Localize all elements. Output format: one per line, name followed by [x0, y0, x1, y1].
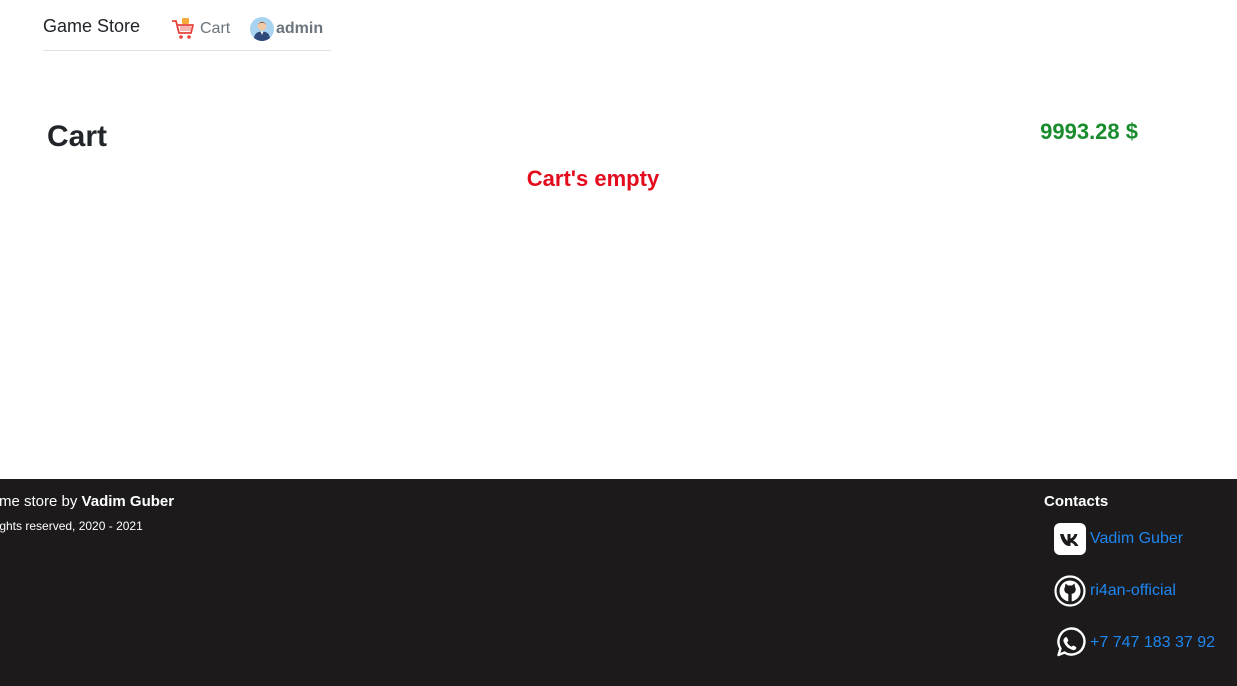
credit-prefix: Game store by	[0, 493, 78, 510]
contact-label: ri4an-official	[1090, 582, 1176, 599]
shopping-cart-icon	[172, 18, 194, 39]
vk-icon	[1054, 523, 1086, 555]
user-avatar-icon	[250, 17, 274, 41]
nav-cart-link[interactable]: Cart	[170, 16, 230, 42]
github-icon	[1054, 575, 1086, 607]
contact-label: +7 747 183 37 92	[1090, 634, 1216, 651]
page-title: Cart	[47, 120, 108, 153]
nav-user-label: admin	[276, 20, 324, 37]
contact-label: Vadim Guber	[1090, 530, 1184, 547]
nav-cart-label: Cart	[200, 20, 231, 37]
contact-github-link[interactable]: ri4an-official	[1054, 575, 1176, 607]
credit-author: Vadim Guber	[81, 493, 175, 510]
footer-rights: All rights reserved, 2020 - 2021	[0, 519, 143, 533]
contact-whatsapp-link[interactable]: +7 747 183 37 92	[1054, 627, 1215, 659]
contact-vk-link[interactable]: Vadim Guber	[1054, 523, 1183, 555]
account-balance: 9993.28 $	[1040, 119, 1138, 144]
footer-credit: Game store by Vadim Guber	[0, 493, 174, 510]
nav-user-link[interactable]: admin	[249, 16, 323, 42]
whatsapp-icon	[1057, 627, 1086, 657]
top-navbar: Game Store Cart admin	[43, 0, 331, 51]
contacts-title: Contacts	[1044, 493, 1109, 510]
footer: Game store by Vadim Guber All rights res…	[0, 479, 1237, 686]
empty-cart-message: Cart's empty	[526, 166, 660, 191]
brand-link[interactable]: Game Store	[43, 16, 140, 37]
